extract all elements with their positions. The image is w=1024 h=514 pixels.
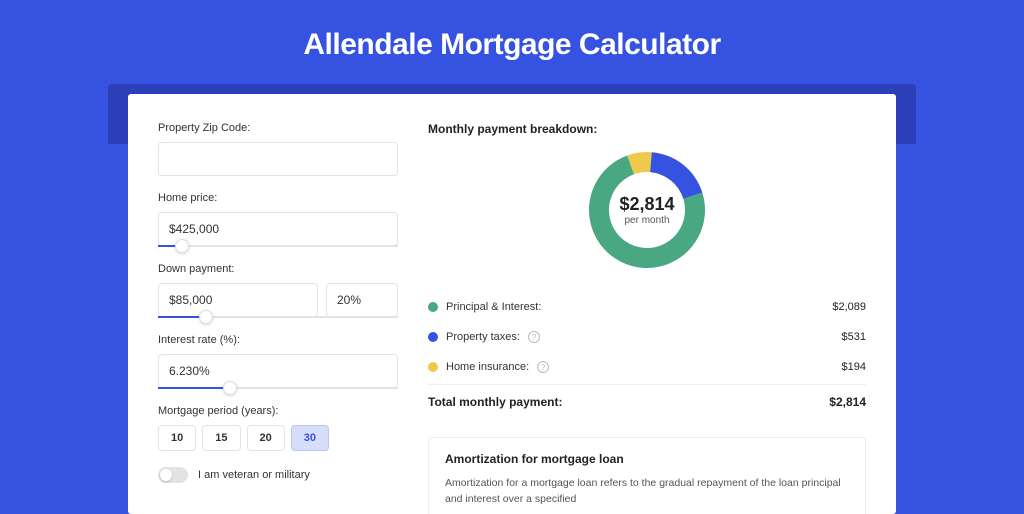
veteran-row: I am veteran or military <box>158 467 398 483</box>
page-title: Allendale Mortgage Calculator <box>0 0 1024 84</box>
interest-rate-slider-fill <box>158 387 230 389</box>
down-payment-slider[interactable] <box>158 316 398 318</box>
legend-swatch <box>428 362 438 372</box>
donut-value: $2,814 <box>619 194 674 215</box>
interest-rate-input[interactable] <box>158 354 398 388</box>
home-price-slider-thumb[interactable] <box>175 239 189 253</box>
amortization-title: Amortization for mortgage loan <box>445 452 849 466</box>
interest-rate-group: Interest rate (%): <box>158 334 398 389</box>
info-icon[interactable]: ? <box>537 361 549 373</box>
breakdown-column: Monthly payment breakdown: $2,814 per mo… <box>428 122 866 514</box>
home-price-group: Home price: <box>158 192 398 247</box>
legend-swatch <box>428 332 438 342</box>
total-amount: $2,814 <box>829 395 866 409</box>
down-payment-input[interactable] <box>158 283 318 317</box>
amortization-text: Amortization for a mortgage loan refers … <box>445 476 849 508</box>
home-price-input[interactable] <box>158 212 398 246</box>
legend: Principal & Interest: $2,089 Property taxe… <box>428 292 866 382</box>
legend-swatch <box>428 302 438 312</box>
down-payment-pct-input[interactable] <box>326 283 398 317</box>
zip-label: Property Zip Code: <box>158 122 398 134</box>
zip-input[interactable] <box>158 142 398 176</box>
down-payment-group: Down payment: <box>158 263 398 318</box>
form-column: Property Zip Code: Home price: Down paym… <box>158 122 398 514</box>
legend-left: Property taxes:? <box>428 331 540 343</box>
legend-label: Principal & Interest: <box>446 301 541 313</box>
donut-sub: per month <box>619 215 674 226</box>
info-icon[interactable]: ? <box>528 331 540 343</box>
veteran-toggle[interactable] <box>158 467 188 483</box>
donut-slice <box>650 152 702 198</box>
donut-chart: $2,814 per month <box>587 150 707 270</box>
legend-row: Property taxes:? $531 <box>428 322 866 352</box>
period-option-15[interactable]: 15 <box>202 425 240 451</box>
breakdown-title: Monthly payment breakdown: <box>428 122 866 136</box>
home-price-slider[interactable] <box>158 245 398 247</box>
legend-row: Home insurance:? $194 <box>428 352 866 382</box>
zip-field-group: Property Zip Code: <box>158 122 398 176</box>
period-label: Mortgage period (years): <box>158 405 398 417</box>
legend-label: Home insurance: <box>446 361 529 373</box>
interest-rate-label: Interest rate (%): <box>158 334 398 346</box>
veteran-label: I am veteran or military <box>198 469 310 481</box>
legend-amount: $2,089 <box>832 301 866 313</box>
calculator-card: Property Zip Code: Home price: Down paym… <box>128 94 896 514</box>
interest-rate-slider-thumb[interactable] <box>223 381 237 395</box>
period-group: Mortgage period (years): 1015 2030 <box>158 405 398 451</box>
veteran-toggle-knob <box>160 469 172 481</box>
home-price-label: Home price: <box>158 192 398 204</box>
period-option-20[interactable]: 20 <box>247 425 285 451</box>
down-payment-slider-thumb[interactable] <box>199 310 213 324</box>
donut-center: $2,814 per month <box>619 194 674 226</box>
legend-left: Home insurance:? <box>428 361 549 373</box>
total-row: Total monthly payment: $2,814 <box>428 384 866 419</box>
legend-left: Principal & Interest: <box>428 301 541 313</box>
legend-amount: $194 <box>842 361 866 373</box>
down-payment-label: Down payment: <box>158 263 398 275</box>
period-option-10[interactable]: 10 <box>158 425 196 451</box>
amortization-box: Amortization for mortgage loan Amortizat… <box>428 437 866 514</box>
legend-row: Principal & Interest: $2,089 <box>428 292 866 322</box>
legend-label: Property taxes: <box>446 331 520 343</box>
interest-rate-slider[interactable] <box>158 387 398 389</box>
total-label: Total monthly payment: <box>428 395 562 409</box>
period-option-30[interactable]: 30 <box>291 425 329 451</box>
legend-amount: $531 <box>842 331 866 343</box>
period-options: 1015 2030 <box>158 425 398 451</box>
